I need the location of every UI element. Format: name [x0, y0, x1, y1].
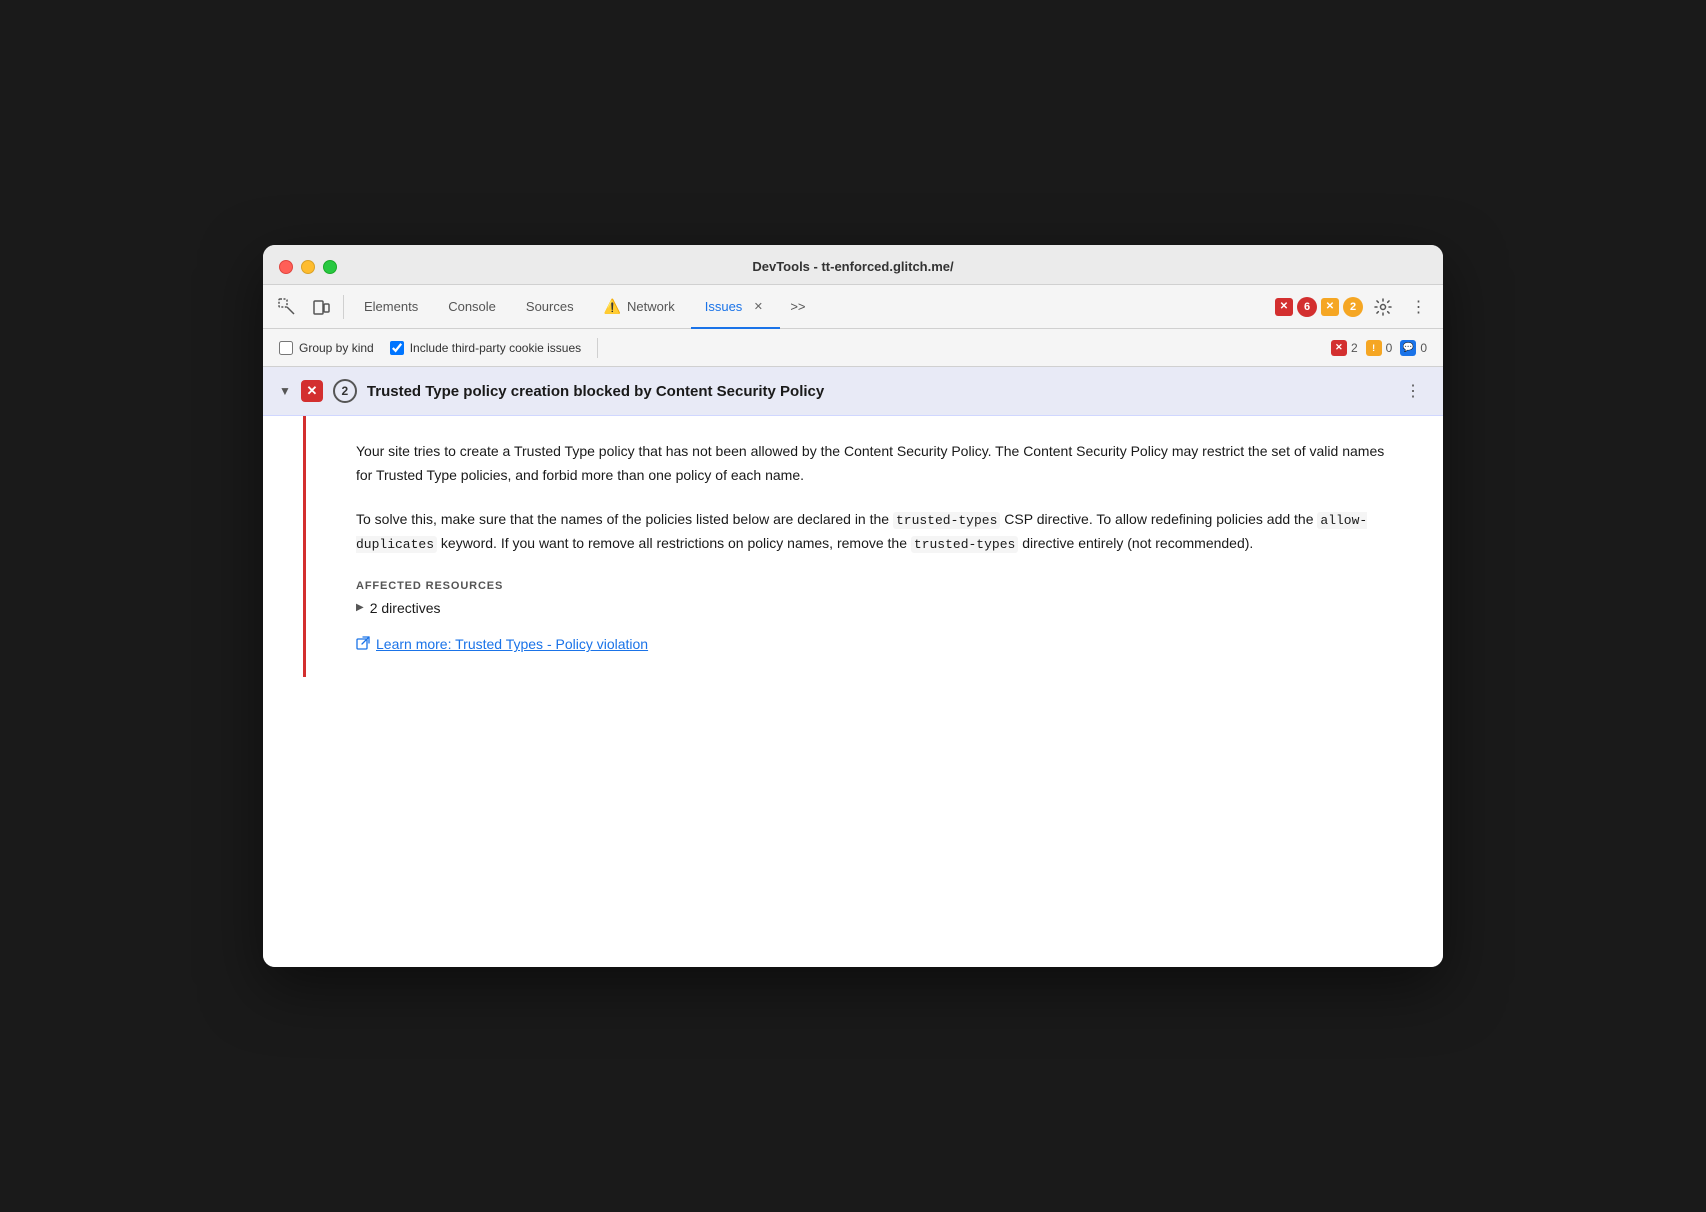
group-by-kind-checkbox[interactable] — [279, 341, 293, 355]
window-title: DevTools - tt-enforced.glitch.me/ — [752, 259, 953, 274]
maximize-button[interactable] — [323, 260, 337, 274]
issue-count-badge: 2 — [333, 379, 357, 403]
warning-count-badge: 2 — [1343, 297, 1363, 317]
issue-description: Your site tries to create a Trusted Type… — [356, 440, 1403, 488]
network-warning-icon: ⚠️ — [604, 298, 621, 315]
toolbar: Elements Console Sources ⚠️ Network Issu… — [263, 285, 1443, 329]
tab-elements[interactable]: Elements — [350, 285, 432, 329]
subbar-error-count: 2 — [1351, 341, 1358, 355]
toolbar-right: ✕ 6 ✕ 2 ⋮ — [1275, 291, 1435, 323]
include-third-party-label[interactable]: Include third-party cookie issues — [390, 341, 581, 355]
subbar-info-icon: 💬 — [1400, 340, 1416, 356]
issue-error-icon: ✕ — [301, 380, 323, 402]
error-badge-icon: ✕ — [1275, 298, 1293, 316]
issues-tab-close[interactable]: ✕ — [750, 298, 766, 314]
subbar-error-icon: ✕ — [1331, 340, 1347, 356]
directives-triangle-icon: ▶ — [356, 602, 364, 613]
affected-resources-section: AFFECTED RESOURCES ▶ 2 directives — [356, 580, 1403, 616]
subbar-warning-group: ! 0 — [1366, 340, 1393, 356]
tab-overflow-button[interactable]: >> — [782, 285, 813, 329]
issue-body: Your site tries to create a Trusted Type… — [303, 416, 1443, 677]
issues-subbar: Group by kind Include third-party cookie… — [263, 329, 1443, 367]
traffic-lights — [279, 260, 337, 274]
tab-network[interactable]: ⚠️ Network — [590, 285, 689, 329]
issue-solution: To solve this, make sure that the names … — [356, 508, 1403, 556]
error-count-badge: 6 — [1297, 297, 1317, 317]
subbar-warning-icon: ! — [1366, 340, 1382, 356]
directives-row[interactable]: ▶ 2 directives — [356, 600, 1403, 616]
external-link-icon — [356, 636, 370, 653]
directives-label: 2 directives — [370, 600, 441, 616]
device-toolbar-button[interactable] — [305, 291, 337, 323]
code-trusted-types-2: trusted-types — [911, 536, 1018, 553]
issues-content-area: ▼ ✕ 2 Trusted Type policy creation block… — [263, 367, 1443, 967]
group-by-kind-label[interactable]: Group by kind — [279, 341, 374, 355]
affected-resources-label: AFFECTED RESOURCES — [356, 580, 1403, 592]
settings-button[interactable] — [1367, 291, 1399, 323]
tab-issues[interactable]: Issues ✕ — [691, 285, 781, 329]
tab-sources[interactable]: Sources — [512, 285, 588, 329]
inspect-element-button[interactable] — [271, 291, 303, 323]
subbar-error-group: ✕ 2 — [1331, 340, 1358, 356]
subbar-right: ✕ 2 ! 0 💬 0 — [1331, 340, 1427, 356]
issue-chevron-icon: ▼ — [279, 384, 291, 398]
issue-more-button[interactable]: ⋮ — [1399, 377, 1427, 405]
devtools-window: DevTools - tt-enforced.glitch.me/ Elemen… — [263, 245, 1443, 967]
learn-more-link[interactable]: Learn more: Trusted Types - Policy viola… — [356, 636, 1403, 653]
subbar-warning-count: 0 — [1386, 341, 1393, 355]
title-bar: DevTools - tt-enforced.glitch.me/ — [263, 245, 1443, 285]
close-button[interactable] — [279, 260, 293, 274]
minimize-button[interactable] — [301, 260, 315, 274]
toolbar-separator — [343, 295, 344, 319]
subbar-info-group: 💬 0 — [1400, 340, 1427, 356]
code-trusted-types-1: trusted-types — [893, 512, 1000, 529]
issue-header[interactable]: ▼ ✕ 2 Trusted Type policy creation block… — [263, 367, 1443, 416]
learn-more-text: Learn more: Trusted Types - Policy viola… — [376, 636, 648, 652]
issue-title: Trusted Type policy creation blocked by … — [367, 383, 1389, 400]
subbar-info-count: 0 — [1420, 341, 1427, 355]
subbar-divider — [597, 338, 598, 358]
more-options-button[interactable]: ⋮ — [1403, 291, 1435, 323]
tab-console[interactable]: Console — [434, 285, 510, 329]
include-third-party-checkbox[interactable] — [390, 341, 404, 355]
warning-badge-icon: ✕ — [1321, 298, 1339, 316]
